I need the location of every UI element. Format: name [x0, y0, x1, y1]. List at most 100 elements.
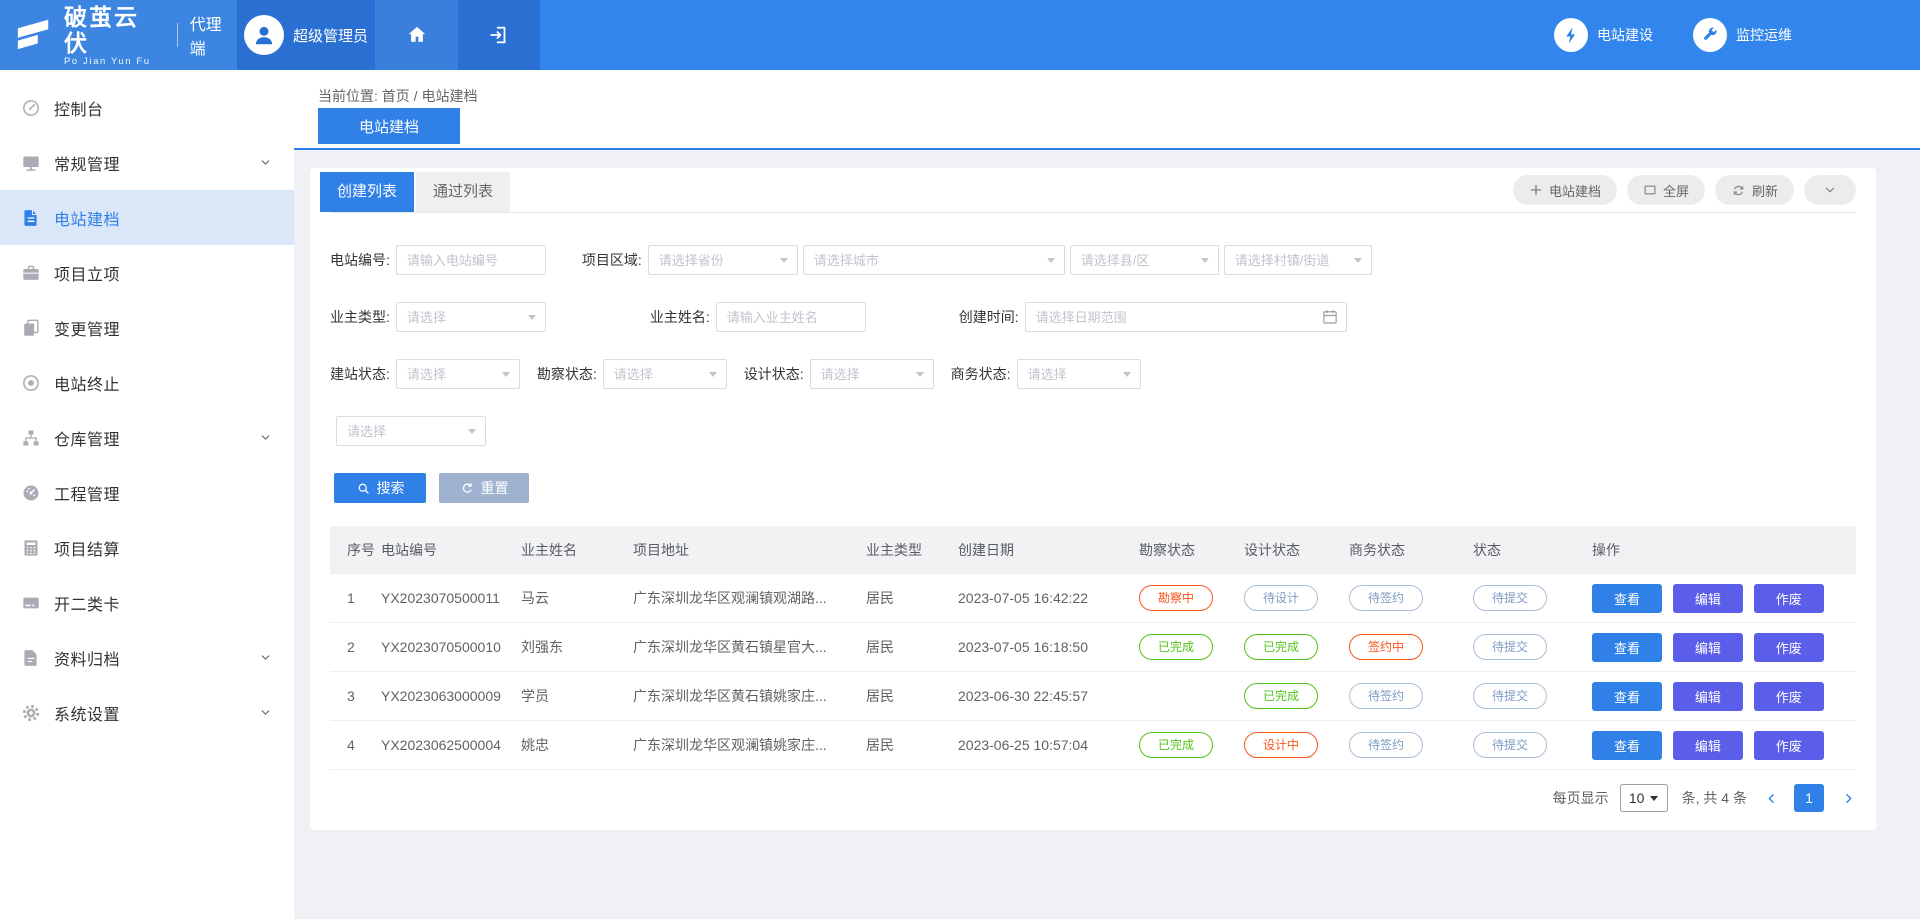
city-select[interactable] — [803, 245, 1065, 275]
sidebar-item-data-archive[interactable]: 资料归档 — [0, 630, 294, 685]
brand-subtitle: Po Jian Yun Fu — [64, 56, 163, 67]
owner-name-input[interactable] — [716, 302, 866, 332]
chevron-right-icon — [1841, 791, 1856, 806]
current-page-button[interactable]: 1 — [1794, 784, 1824, 812]
table-row: 2 YX2023070500010 刘强东 广东深圳龙华区黄石镇星官大... 居… — [330, 623, 1856, 672]
view-button[interactable]: 查看 — [1592, 633, 1662, 662]
tab-passed-list[interactable]: 通过列表 — [416, 172, 510, 212]
dashboard-icon — [21, 98, 41, 118]
status-badge: 签约中 — [1349, 634, 1423, 660]
filter-label: 业主类型: — [330, 307, 390, 327]
lightning-icon — [1554, 18, 1588, 52]
person-icon — [251, 22, 277, 48]
logout-button[interactable] — [458, 0, 540, 70]
sidebar-item-console[interactable]: 控制台 — [0, 80, 294, 135]
page-tab-station-archive[interactable]: 电站建档 — [318, 108, 460, 144]
brand: 破茧云伏 Po Jian Yun Fu 代理端 — [0, 0, 237, 70]
user-name: 超级管理员 — [293, 25, 368, 46]
chevron-left-icon — [1764, 791, 1779, 806]
caret-down-icon — [1354, 258, 1362, 263]
status-badge: 待提交 — [1473, 683, 1547, 709]
plus-icon — [1529, 183, 1543, 197]
town-select[interactable] — [1224, 245, 1372, 275]
status-badge: 设计中 — [1244, 732, 1318, 758]
caret-down-icon — [780, 258, 788, 263]
status-badge: 待签约 — [1349, 585, 1423, 611]
province-select[interactable] — [648, 245, 798, 275]
edit-button[interactable]: 编辑 — [1673, 731, 1743, 760]
gauge-icon — [21, 483, 41, 503]
chevron-down-icon — [259, 156, 272, 169]
chevron-down-icon — [1823, 183, 1837, 197]
avatar — [244, 15, 284, 55]
district-select[interactable] — [1070, 245, 1219, 275]
tab-create-list[interactable]: 创建列表 — [320, 172, 414, 212]
sidebar-item-change-mgmt[interactable]: 变更管理 — [0, 300, 294, 355]
fullscreen-button[interactable]: 全屏 — [1627, 175, 1705, 205]
next-page-button[interactable] — [1841, 791, 1856, 806]
edit-button[interactable]: 编辑 — [1673, 633, 1743, 662]
date-range-input[interactable] — [1025, 302, 1347, 332]
caret-down-icon — [1650, 796, 1658, 801]
prev-page-button[interactable] — [1764, 791, 1779, 806]
search-icon — [356, 481, 371, 496]
sidebar-item-project-approval[interactable]: 项目立项 — [0, 245, 294, 300]
sidebar-item-system-settings[interactable]: 系统设置 — [0, 685, 294, 740]
void-button[interactable]: 作废 — [1754, 633, 1824, 662]
status-badge: 已完成 — [1244, 683, 1318, 709]
collapse-panel-button[interactable] — [1804, 175, 1856, 205]
sidebar-item-general-mgmt[interactable]: 常规管理 — [0, 135, 294, 190]
sidebar-item-engineering-mgmt[interactable]: 工程管理 — [0, 465, 294, 520]
breadcrumb: 当前位置: 首页 / 电站建档 — [294, 70, 1920, 108]
caret-down-icon — [502, 372, 510, 377]
sidebar-item-project-settlement[interactable]: 项目结算 — [0, 520, 294, 575]
wrench-icon — [1693, 18, 1727, 52]
owner-type-select[interactable] — [396, 302, 546, 332]
survey-status-select[interactable] — [603, 359, 727, 389]
view-button[interactable]: 查看 — [1592, 731, 1662, 760]
view-button[interactable]: 查看 — [1592, 682, 1662, 711]
caret-down-icon — [916, 372, 924, 377]
void-button[interactable]: 作废 — [1754, 731, 1824, 760]
owner-type2-select[interactable] — [336, 416, 486, 446]
nav-monitor-ops[interactable]: 监控运维 — [1693, 18, 1792, 52]
view-button[interactable]: 查看 — [1592, 584, 1662, 613]
copy-icon — [21, 318, 41, 338]
caret-down-icon — [528, 315, 536, 320]
per-page-select[interactable]: 10 — [1620, 784, 1668, 812]
reset-button[interactable]: 重置 — [439, 473, 529, 503]
home-button[interactable] — [375, 0, 458, 70]
build-status-select[interactable] — [396, 359, 520, 389]
briefcase-icon — [21, 263, 41, 283]
create-station-button[interactable]: 电站建档 — [1513, 175, 1617, 205]
table-row: 4 YX2023062500004 姚忠 广东深圳龙华区观澜镇姚家庄... 居民… — [330, 721, 1856, 770]
sidebar-item-station-archive[interactable]: 电站建档 — [0, 190, 294, 245]
void-button[interactable]: 作废 — [1754, 682, 1824, 711]
nav-station-build[interactable]: 电站建设 — [1554, 18, 1653, 52]
search-button[interactable]: 搜索 — [334, 473, 426, 503]
reset-icon — [460, 481, 475, 496]
business-status-select[interactable] — [1017, 359, 1141, 389]
portal-label: 代理端 — [190, 11, 237, 59]
sidebar-item-warehouse-mgmt[interactable]: 仓库管理 — [0, 410, 294, 465]
fullscreen-icon — [1643, 183, 1657, 197]
refresh-button[interactable]: 刷新 — [1715, 175, 1794, 205]
filter-label: 创建时间: — [959, 307, 1019, 327]
gear-icon — [21, 703, 41, 723]
pagination: 每页显示 10 条, 共 4 条 1 — [330, 784, 1856, 812]
caret-down-icon — [1201, 258, 1209, 263]
station-no-input[interactable] — [396, 245, 546, 275]
edit-button[interactable]: 编辑 — [1673, 682, 1743, 711]
user-menu[interactable]: 超级管理员 — [237, 0, 375, 70]
status-badge: 已完成 — [1139, 732, 1213, 758]
total-count-label: 条, 共 4 条 — [1682, 788, 1747, 808]
chevron-down-icon — [259, 431, 272, 444]
archive-icon — [21, 648, 41, 668]
table-header: 序号 电站编号 业主姓名 项目地址 业主类型 创建日期 勘察状态 设计状态 商务… — [330, 526, 1856, 574]
void-button[interactable]: 作废 — [1754, 584, 1824, 613]
calendar-icon — [1321, 308, 1339, 326]
design-status-select[interactable] — [810, 359, 934, 389]
sidebar-item-station-termination[interactable]: 电站终止 — [0, 355, 294, 410]
edit-button[interactable]: 编辑 — [1673, 584, 1743, 613]
sidebar-item-type2-card[interactable]: 开二类卡 — [0, 575, 294, 630]
